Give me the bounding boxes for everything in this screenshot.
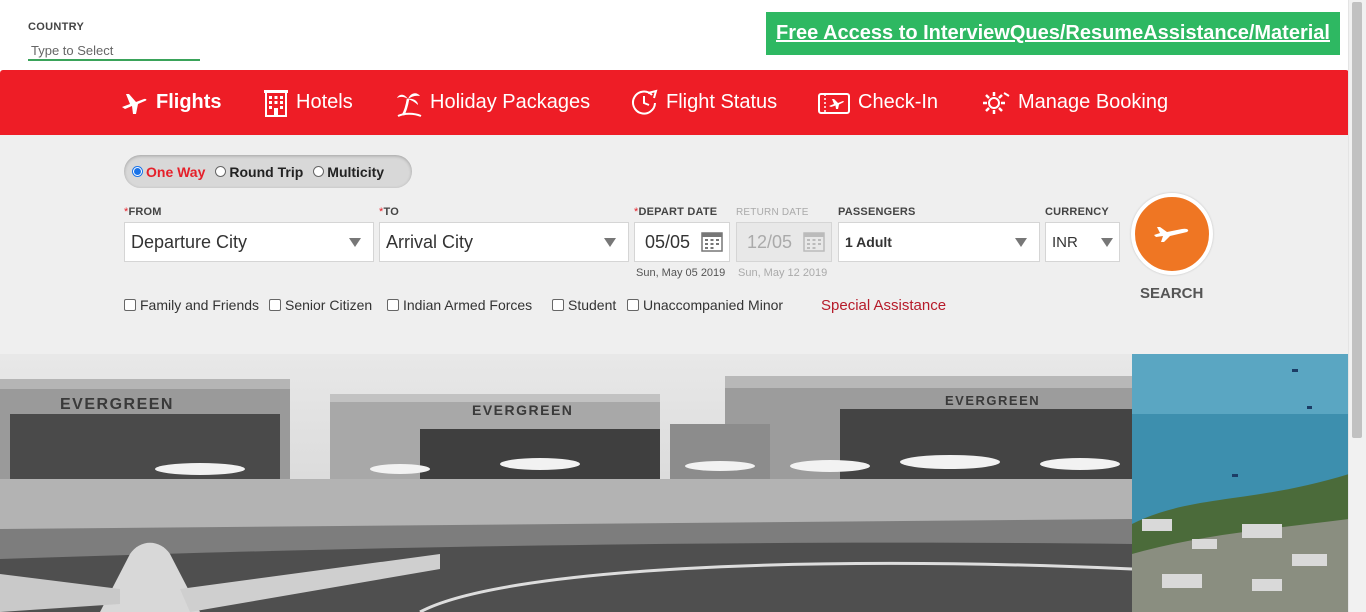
check-student-label: Student bbox=[568, 297, 617, 313]
search-label: SEARCH bbox=[1140, 285, 1204, 302]
banner-image: EVERGREEN EVERGREEN EVERGREEN bbox=[0, 354, 1132, 612]
chevron-down-icon bbox=[1015, 238, 1027, 247]
tab-hotels[interactable]: Hotels bbox=[264, 70, 353, 135]
country-label: COUNTRY bbox=[28, 21, 85, 33]
coastal-photo bbox=[1132, 354, 1349, 612]
checkbox[interactable] bbox=[269, 299, 281, 311]
check-armed-forces-label: Indian Armed Forces bbox=[403, 297, 533, 313]
chevron-down-icon bbox=[349, 238, 361, 247]
passengers-value: 1 Adult bbox=[845, 234, 892, 250]
passengers-select[interactable]: 1 Adult bbox=[838, 222, 1040, 262]
to-select[interactable]: Arrival City bbox=[379, 222, 629, 262]
radio-multicity[interactable] bbox=[313, 166, 325, 177]
from-value: Departure City bbox=[131, 231, 248, 252]
checkbox[interactable] bbox=[387, 299, 399, 311]
tab-flights-label: Flights bbox=[156, 91, 222, 113]
tab-check-in[interactable]: Check-In bbox=[818, 70, 938, 135]
trip-one-way-label: One Way bbox=[146, 163, 206, 180]
return-date-full: Sun, May 12 2019 bbox=[738, 267, 828, 279]
tab-holiday-packages-label: Holiday Packages bbox=[430, 91, 591, 113]
check-senior-citizen[interactable]: Senior Citizen bbox=[269, 297, 372, 313]
checkbox[interactable] bbox=[124, 299, 136, 311]
currency-value: INR bbox=[1052, 233, 1078, 251]
radio-one-way[interactable] bbox=[132, 166, 143, 177]
plane-icon bbox=[1154, 227, 1189, 242]
return-date-value: 12/05 bbox=[747, 231, 793, 252]
airport-hangar-photo: EVERGREEN EVERGREEN EVERGREEN bbox=[0, 354, 1132, 612]
boarding-pass-icon bbox=[818, 92, 850, 114]
trip-one-way[interactable]: One Way bbox=[132, 164, 205, 180]
clock-plane-icon bbox=[632, 89, 658, 115]
check-senior-citizen-label: Senior Citizen bbox=[285, 297, 373, 313]
country-input[interactable] bbox=[28, 41, 200, 61]
check-family-friends[interactable]: Family and Friends bbox=[124, 297, 259, 313]
checkbox[interactable] bbox=[552, 299, 564, 311]
calendar-icon bbox=[803, 232, 825, 252]
palm-tree-icon bbox=[397, 92, 422, 117]
calendar-icon bbox=[701, 232, 723, 252]
trip-type-toggle: One Way Round Trip Multicity bbox=[124, 155, 412, 188]
from-label-text: FROM bbox=[128, 206, 162, 218]
radio-round-trip[interactable] bbox=[215, 166, 227, 177]
check-student[interactable]: Student bbox=[552, 297, 616, 313]
hangar-sign: EVERGREEN bbox=[945, 393, 1040, 408]
tab-hotels-label: Hotels bbox=[296, 91, 353, 113]
check-family-friends-label: Family and Friends bbox=[140, 297, 260, 313]
depart-date-label-text: DEPART DATE bbox=[638, 206, 718, 218]
tab-flight-status[interactable]: Flight Status bbox=[630, 70, 777, 135]
check-unaccompanied-minor-label: Unaccompanied Minor bbox=[643, 297, 784, 313]
return-date-field[interactable]: 12/05 bbox=[736, 222, 832, 262]
depart-date-value: 05/05 bbox=[645, 231, 691, 252]
page-scrollbar[interactable] bbox=[1348, 0, 1366, 612]
banner-side-image bbox=[1132, 354, 1349, 612]
trip-round-trip[interactable]: Round Trip bbox=[215, 164, 303, 180]
return-date-label: RETURN DATE bbox=[736, 207, 809, 218]
currency-select[interactable]: INR bbox=[1045, 222, 1120, 262]
country-selector: COUNTRY bbox=[28, 21, 200, 61]
checkbox[interactable] bbox=[627, 299, 639, 311]
from-select[interactable]: Departure City bbox=[124, 222, 374, 262]
from-label: *FROM bbox=[124, 206, 162, 218]
tab-holiday-packages[interactable]: Holiday Packages bbox=[396, 70, 590, 135]
search-button[interactable] bbox=[1131, 193, 1213, 275]
plane-icon bbox=[122, 93, 147, 114]
promo-link[interactable]: Free Access to InterviewQues/ResumeAssis… bbox=[766, 12, 1340, 55]
scrollbar-thumb[interactable] bbox=[1352, 2, 1362, 438]
depart-date-label: *DEPART DATE bbox=[634, 206, 717, 218]
trip-multicity[interactable]: Multicity bbox=[313, 164, 384, 180]
tab-check-in-label: Check-In bbox=[858, 91, 939, 113]
tab-flight-status-label: Flight Status bbox=[666, 91, 778, 113]
hangar-sign: EVERGREEN bbox=[472, 402, 573, 418]
main-nav: Flights Hotels Holiday Packages Flight S… bbox=[0, 70, 1349, 135]
chevron-down-icon bbox=[1101, 238, 1113, 247]
currency-label: CURRENCY bbox=[1045, 206, 1109, 218]
gear-icon bbox=[983, 91, 1010, 114]
chevron-down-icon bbox=[604, 238, 616, 247]
hotel-icon bbox=[264, 89, 288, 117]
tab-manage-booking[interactable]: Manage Booking bbox=[982, 70, 1168, 135]
hangar-sign: EVERGREEN bbox=[60, 396, 174, 413]
tab-manage-booking-label: Manage Booking bbox=[1018, 91, 1169, 113]
to-label-text: TO bbox=[383, 206, 399, 218]
to-value: Arrival City bbox=[386, 231, 474, 252]
passengers-label: PASSENGERS bbox=[838, 206, 916, 218]
trip-multicity-label: Multicity bbox=[327, 163, 385, 180]
to-label: *TO bbox=[379, 206, 399, 218]
check-armed-forces[interactable]: Indian Armed Forces bbox=[387, 297, 532, 313]
depart-date-field[interactable]: 05/05 bbox=[634, 222, 730, 262]
tab-flights[interactable]: Flights bbox=[120, 70, 222, 135]
check-unaccompanied-minor[interactable]: Unaccompanied Minor bbox=[627, 297, 783, 313]
special-assistance-link[interactable]: Special Assistance bbox=[821, 297, 946, 314]
trip-round-trip-label: Round Trip bbox=[229, 163, 304, 180]
depart-date-full: Sun, May 05 2019 bbox=[636, 267, 726, 279]
